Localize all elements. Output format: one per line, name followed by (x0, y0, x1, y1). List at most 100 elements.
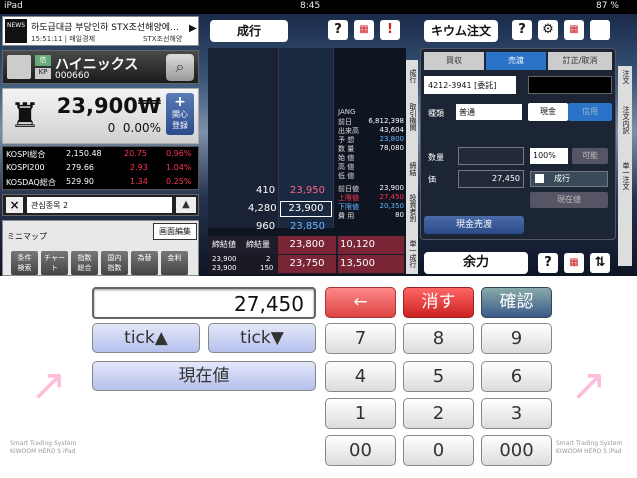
minimap-button[interactable]: 為替 (131, 251, 158, 275)
key-7[interactable]: 7 (325, 323, 396, 354)
index-row[interactable]: KOSPI200 279.66 2.93 1.04% (6, 162, 196, 175)
info-row: 数 量 78,080 (338, 144, 404, 153)
key-6[interactable]: 6 (481, 361, 552, 392)
index-row[interactable]: KOSPI総合 2,150.48 20.75 0.96% (6, 148, 196, 161)
market-checkbox[interactable]: 成行 (530, 171, 608, 187)
key-00[interactable]: 00 (325, 435, 396, 466)
order-tabs: 買収 売渡 訂正/取消 (424, 52, 612, 70)
index-row[interactable]: KOSDAQ総合 529.90 1.34 0.25% (6, 176, 196, 189)
account-select[interactable]: 4212-3941 [委託] (424, 76, 516, 94)
current-price-key[interactable]: 現在値 (92, 361, 316, 391)
orderbook-price: 23,850 (290, 221, 325, 232)
key-5[interactable]: 5 (403, 361, 474, 392)
cash-toggle[interactable]: 現金 (528, 103, 568, 121)
key-2[interactable]: 2 (403, 398, 474, 429)
side-tab[interactable]: 成行 (406, 62, 418, 90)
backspace-key[interactable]: ← (325, 287, 396, 318)
alert-button[interactable]: ! (380, 20, 400, 40)
blank-button[interactable] (590, 20, 610, 40)
tab-buy[interactable]: 買収 (424, 52, 484, 70)
index-value: 2,150.48 (66, 149, 102, 158)
qty-percent-select[interactable]: 100% (530, 148, 568, 164)
side-tab[interactable]: 投資者別 (406, 188, 418, 228)
right-side-tab-strip: 注文 注文内訳 単一注文 (618, 66, 632, 266)
grid-icon[interactable]: ▦ (564, 253, 584, 273)
info-row: 費 用 80 (338, 211, 404, 220)
info-label: 費 用 (338, 212, 355, 220)
help-button[interactable]: ? (328, 20, 348, 40)
close-button[interactable]: × (6, 197, 23, 213)
tick-down-button[interactable]: tick▼ (208, 323, 316, 353)
clear-key[interactable]: 消す (403, 287, 474, 318)
device-label: iPad (4, 1, 23, 11)
add-watchlist-button[interactable]: + 関心 登録 (166, 93, 194, 135)
market-label: 成行 (554, 174, 570, 183)
side-tab[interactable]: 単一成行 (406, 236, 418, 272)
grid-icon[interactable]: ▦ (354, 20, 374, 40)
key-8[interactable]: 8 (403, 323, 474, 354)
minimap-button[interactable]: 金利 (161, 251, 188, 275)
account-password[interactable] (528, 76, 612, 94)
cash-sell-button[interactable]: 現金売渡 (424, 216, 524, 234)
index-rate: 1.04% (166, 163, 192, 172)
side-tab[interactable]: 単一注文 (619, 162, 631, 210)
side-tab[interactable]: 取引機関 (406, 94, 418, 140)
favorites-bar: × 관심종목 2 ▲ (2, 194, 199, 216)
possible-button[interactable]: 可能 (572, 148, 608, 164)
minimap-button[interactable]: 指数 総合 (71, 251, 98, 275)
grid-icon[interactable]: ▦ (564, 20, 584, 40)
bid-price: 23,750 (278, 255, 336, 273)
keypad-display[interactable]: 27,450 (92, 287, 316, 319)
price-change: 0 0.00% (49, 121, 161, 135)
orderbook-row[interactable]: 960 23,850 (208, 218, 336, 236)
tab-modify[interactable]: 訂正/取消 (548, 52, 612, 70)
key-1[interactable]: 1 (325, 398, 396, 429)
minimap-button[interactable]: チャー ト (41, 251, 68, 275)
orderbook-row[interactable]: 4,280 23,900 (208, 200, 336, 218)
info-row: 出来高 43,604 (338, 126, 404, 135)
search-button[interactable]: ⌕ (166, 54, 194, 81)
gear-icon[interactable]: ⚙ (538, 20, 558, 40)
key-0[interactable]: 0 (403, 435, 474, 466)
key-3[interactable]: 3 (481, 398, 552, 429)
menu-icon[interactable] (7, 55, 31, 79)
minimap-panel: ミニマップ 画面編集 条件 検索 チャー ト 指数 総合 国内 指数 為替 金利 (2, 220, 199, 276)
key-4[interactable]: 4 (325, 361, 396, 392)
news-source: STX조선해양 (143, 35, 183, 43)
tab-sell[interactable]: 売渡 (486, 52, 546, 70)
side-tab[interactable]: 締結 (406, 156, 418, 182)
minimap-button[interactable]: 国内 指数 (101, 251, 128, 275)
up-arrow-button[interactable]: ▲ (176, 197, 196, 213)
info-row: 下限値 20,350 (338, 202, 404, 211)
side-tab[interactable]: 注文 (619, 70, 631, 100)
kiwoom-order-button[interactable]: キウム注文 (424, 20, 498, 42)
chevron-right-icon[interactable]: ▶ (189, 23, 197, 34)
brand-line: KIWOOM HERO S iPad (10, 448, 76, 455)
qty-input[interactable] (458, 147, 524, 165)
minimap-button[interactable]: 条件 検索 (11, 251, 38, 275)
tick-up-button[interactable]: tick▲ (92, 323, 200, 353)
minimap-title: ミニマップ (7, 232, 47, 241)
current-price-button[interactable]: 現在値 (530, 192, 608, 208)
trade-price: 23,900 (212, 264, 237, 272)
change-value: 0 (107, 121, 116, 135)
order-type-select[interactable]: 普通 (456, 104, 522, 120)
info-row: 低 値 (338, 171, 404, 180)
help-button[interactable]: ? (538, 253, 558, 273)
favorites-select[interactable]: 관심종목 2 (27, 197, 172, 213)
orderbook-row[interactable]: 410 23,950 (208, 182, 336, 200)
stock-code: 000660 (55, 71, 90, 81)
confirm-key[interactable]: 確認 (481, 287, 552, 318)
balance-button[interactable]: 余力 (424, 252, 528, 274)
edit-screen-button[interactable]: 画面編集 (153, 223, 197, 240)
side-tab[interactable]: 注文内訳 (619, 106, 631, 154)
news-ticker[interactable]: NEWS 하도급대금 부당인하 STX조선해양에… 15:51:11 | 매일경… (2, 16, 199, 46)
help-button[interactable]: ? (512, 20, 532, 40)
key-000[interactable]: 000 (481, 435, 552, 466)
market-order-button[interactable]: 成行 (210, 20, 288, 42)
credit-toggle[interactable]: 信用 (568, 103, 612, 121)
price-input[interactable]: 27,450 (458, 170, 524, 188)
plus-icon: + (174, 94, 186, 110)
expand-icon[interactable]: ⇅ (590, 253, 610, 273)
key-9[interactable]: 9 (481, 323, 552, 354)
